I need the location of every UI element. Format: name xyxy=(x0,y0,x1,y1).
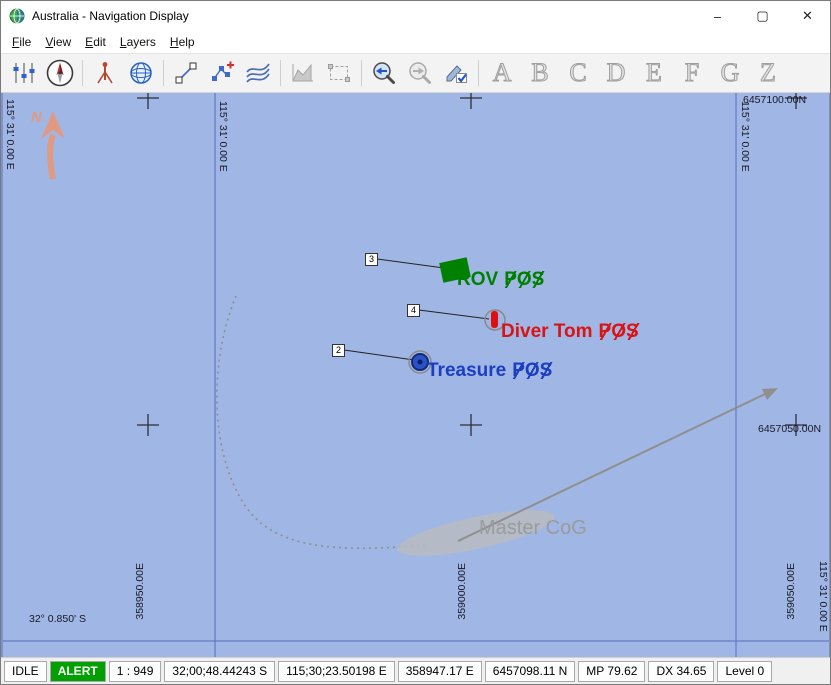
toolbar-separator xyxy=(361,60,362,86)
menu-help[interactable]: Help xyxy=(163,32,202,52)
target-ref-box-rov[interactable]: 3 xyxy=(365,253,378,266)
globe-icon[interactable] xyxy=(123,56,159,90)
cog-arrowhead xyxy=(762,388,778,400)
vessel-trail xyxy=(217,296,426,548)
menu-view[interactable]: View xyxy=(38,32,78,52)
title-bar: Australia - Navigation Display – ▢ ✕ xyxy=(1,1,830,31)
toolbar-separator xyxy=(478,60,479,86)
app-window: Australia - Navigation Display – ▢ ✕ Fil… xyxy=(0,0,831,685)
status-alert-badge: ALERT xyxy=(50,661,106,682)
toolbar-separator xyxy=(163,60,164,86)
target-label-rov: ROV POS xyxy=(457,269,544,291)
target-suffix: POS xyxy=(599,321,639,343)
status-easting: 358947.17 E xyxy=(398,661,482,682)
status-northing: 6457098.11 N xyxy=(485,661,576,682)
northing-label-mid: 6457050.00N xyxy=(758,423,821,435)
toolbar-separator xyxy=(82,60,83,86)
area-chart-icon xyxy=(285,56,321,90)
contour-lines-icon[interactable] xyxy=(240,56,276,90)
leader-line xyxy=(344,350,414,360)
status-mp: MP 79.62 xyxy=(578,661,645,682)
leader-line xyxy=(419,310,489,319)
menu-edit[interactable]: Edit xyxy=(78,32,113,52)
status-level: Level 0 xyxy=(717,661,772,682)
target-label-diver-tom: Diver Tom POS xyxy=(501,321,639,343)
longitude-label-left: 115° 31' 0.00 E xyxy=(4,99,16,170)
toolbar: A B C D E F G Z xyxy=(1,53,830,93)
zoom-next-icon xyxy=(402,56,438,90)
layer-button-z[interactable]: Z xyxy=(749,56,787,90)
treasure-marker-dot xyxy=(418,360,423,365)
status-dx: DX 34.65 xyxy=(648,661,714,682)
north-arrow-head xyxy=(41,111,65,139)
status-bar: IDLE ALERT 1 : 949 32;00;48.44243 S 115;… xyxy=(1,657,830,684)
menu-bar: File View Edit Layers Help xyxy=(1,31,830,53)
latitude-label: 32° 0.850' S xyxy=(29,613,86,625)
grid-cross-marks xyxy=(137,93,807,436)
map-canvas[interactable]: N 6457100.00N 6457050.00N 32° 0.850' S 1… xyxy=(1,93,830,657)
survey-pole-icon[interactable] xyxy=(87,56,123,90)
target-suffix: POS xyxy=(504,269,544,291)
menu-layers[interactable]: Layers xyxy=(113,32,163,52)
leader-line xyxy=(377,259,444,268)
sliders-icon[interactable] xyxy=(6,56,42,90)
north-arrow xyxy=(50,135,53,179)
target-label-treasure: Treasure POS xyxy=(427,360,552,382)
target-ref-box-diver[interactable]: 4 xyxy=(407,304,420,317)
status-latitude: 32;00;48.44243 S xyxy=(164,661,275,682)
compass-icon[interactable] xyxy=(42,56,78,90)
layer-button-f[interactable]: F xyxy=(673,56,711,90)
layer-button-b[interactable]: B xyxy=(521,56,559,90)
easting-label-2: 359000.00E xyxy=(456,563,468,620)
status-mode: IDLE xyxy=(4,661,47,682)
target-ref-box-treasure[interactable]: 2 xyxy=(332,344,345,357)
master-cog-label: Master CoG xyxy=(479,517,587,540)
select-rectangle-icon xyxy=(321,56,357,90)
layer-button-g[interactable]: G xyxy=(711,56,749,90)
app-globe-icon xyxy=(9,8,25,24)
target-name: ROV xyxy=(457,269,498,290)
close-button[interactable]: ✕ xyxy=(785,1,830,31)
minimize-button[interactable]: – xyxy=(695,1,740,31)
easting-label-1: 358950.00E xyxy=(134,563,146,620)
longitude-label-right: 115° 31' 0.00 E xyxy=(817,561,829,632)
layer-button-d[interactable]: D xyxy=(597,56,635,90)
zoom-previous-icon[interactable] xyxy=(366,56,402,90)
diver-marker[interactable] xyxy=(491,311,498,328)
measure-line-icon[interactable] xyxy=(168,56,204,90)
layer-button-e[interactable]: E xyxy=(635,56,673,90)
longitude-label-2: 115° 31' 0.00 E xyxy=(739,101,751,172)
target-name: Diver Tom xyxy=(501,321,593,342)
status-scale: 1 : 949 xyxy=(109,661,162,682)
layer-button-c[interactable]: C xyxy=(559,56,597,90)
toolbar-separator xyxy=(280,60,281,86)
maximize-button[interactable]: ▢ xyxy=(740,1,785,31)
menu-file[interactable]: File xyxy=(5,32,38,52)
edit-validate-icon[interactable] xyxy=(438,56,474,90)
window-controls: – ▢ ✕ xyxy=(695,1,830,31)
status-longitude: 115;30;23.50198 E xyxy=(278,661,395,682)
window-title: Australia - Navigation Display xyxy=(32,9,695,23)
target-name: Treasure xyxy=(427,360,506,381)
north-indicator-label: N xyxy=(31,109,42,126)
longitude-label-1: 115° 31' 0.00 E xyxy=(217,101,229,172)
layer-button-a[interactable]: A xyxy=(483,56,521,90)
polyline-add-icon[interactable] xyxy=(204,56,240,90)
map-geometry xyxy=(3,93,830,657)
easting-label-3: 359050.00E xyxy=(785,563,797,620)
northing-label-top: 6457100.00N xyxy=(743,94,806,106)
target-suffix: POS xyxy=(512,360,552,382)
